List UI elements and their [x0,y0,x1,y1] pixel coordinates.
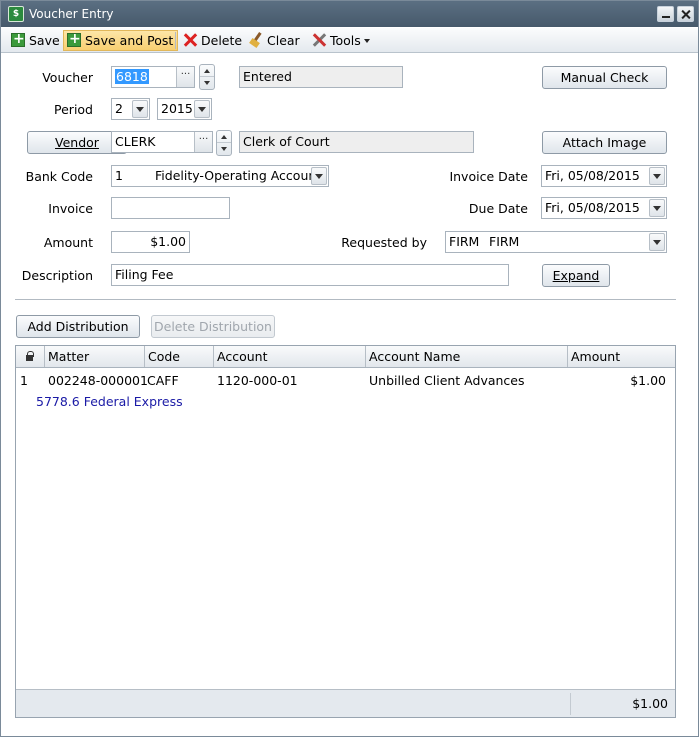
delete-icon [183,33,197,47]
voucher-label: Voucher [42,70,93,85]
invoice-date-value: Fri, 05/08/2015 [545,168,640,183]
row-account: 1120-000-01 [217,373,298,388]
title-bar[interactable]: $ Voucher Entry [1,1,698,27]
vendor-code-field[interactable]: CLERK ··· [111,131,213,153]
column-header-matter[interactable]: Matter [45,346,145,367]
vendor-spinner[interactable] [216,130,232,156]
broom-icon [249,33,263,47]
requested-by-name: FIRM [489,234,520,249]
clear-button[interactable]: Clear [245,30,305,51]
total-amount: $1.00 [570,693,670,715]
tools-menu-button[interactable]: Tools [308,30,375,51]
clear-label: Clear [267,33,300,48]
manual-check-button[interactable]: Manual Check [542,66,667,89]
voucher-entry-window: $ Voucher Entry Save Save and Post Delet… [0,0,699,737]
description-label: Description [21,268,93,283]
requested-by-select[interactable]: FIRM FIRM [445,231,667,253]
spin-up-icon[interactable] [200,65,214,77]
delete-distribution-label: Delete Distribution [154,319,272,334]
delete-button[interactable]: Delete [179,30,247,51]
grid-header: Matter Code Account Account Name Amount [16,346,675,368]
window-title: Voucher Entry [29,7,114,21]
row-amount: $1.00 [630,373,666,388]
spin-down-icon[interactable] [217,143,231,155]
vendor-lookup-button[interactable]: ··· [194,132,212,152]
row-account-name: Unbilled Client Advances [369,373,525,388]
add-distribution-label: Add Distribution [27,319,129,334]
save-label: Save [29,33,60,48]
year-select[interactable]: 2015 [157,98,212,120]
chevron-down-icon[interactable] [649,199,665,217]
chevron-down-icon[interactable] [649,233,665,251]
voucher-value: 6818 [115,69,149,84]
requested-by-label: Requested by [341,235,427,250]
spin-up-icon[interactable] [217,131,231,143]
voucher-spinner[interactable] [199,64,215,90]
amount-label: Amount [43,235,93,250]
invoice-date-label: Invoice Date [449,169,528,184]
attach-image-button[interactable]: Attach Image [542,131,667,154]
section-divider [15,299,676,300]
chevron-down-icon[interactable] [311,167,327,185]
year-value: 2015 [161,101,193,116]
tools-icon [312,33,326,47]
amount-field[interactable]: $1.00 [111,231,190,253]
distribution-grid: Matter Code Account Account Name Amount … [15,345,676,718]
invoice-label: Invoice [48,201,93,216]
expand-button-label: Expand [552,268,600,283]
due-date-value: Fri, 05/08/2015 [545,200,640,215]
chevron-down-icon[interactable] [649,167,665,185]
row-code: CAFF [147,373,179,388]
column-header-code[interactable]: Code [145,346,214,367]
voucher-field[interactable]: 6818 ··· [111,66,195,88]
save-button[interactable]: Save [7,29,65,51]
save-and-post-icon [67,29,81,49]
bank-code-select[interactable]: 1 Fidelity-Operating Account [111,165,329,187]
chevron-down-icon [363,39,370,43]
bank-code-label: Bank Code [25,169,93,184]
grid-footer: $1.00 [16,689,675,717]
spin-down-icon[interactable] [200,77,214,89]
chevron-down-icon[interactable] [194,100,210,118]
row-line-number: 1 [20,373,28,388]
invoice-date-picker[interactable]: Fri, 05/08/2015 [541,165,667,187]
vendor-code-value: CLERK [115,134,156,149]
minimize-button[interactable] [657,6,674,22]
toolbar-separator [175,32,176,49]
save-and-post-button[interactable]: Save and Post [63,29,179,51]
bank-code-value: 1 [115,168,123,183]
vendor-button-label: Vendor [55,135,99,150]
voucher-lookup-button[interactable]: ··· [176,67,194,87]
add-distribution-button[interactable]: Add Distribution [16,315,140,338]
column-header-account[interactable]: Account [214,346,366,367]
bank-name-value: Fidelity-Operating Account [155,168,322,183]
close-button[interactable] [677,6,694,22]
delete-label: Delete [201,33,243,48]
save-and-post-label: Save and Post [85,33,174,48]
lock-icon[interactable] [16,346,45,367]
period-label: Period [54,102,93,117]
save-icon [11,29,25,49]
vendor-name-field: Clerk of Court [239,131,474,153]
delete-distribution-button[interactable]: Delete Distribution [151,315,275,338]
column-header-account-name[interactable]: Account Name [366,346,568,367]
toolbar: Save Save and Post Delete Clear Tools [1,28,698,53]
description-field[interactable]: Filing Fee [111,264,509,286]
app-icon: $ [8,6,24,22]
chevron-down-icon[interactable] [132,100,148,118]
invoice-field[interactable] [111,197,230,219]
period-select[interactable]: 2 [111,98,150,120]
row-matter: 002248-000001 [48,373,148,388]
tools-label: Tools [330,33,361,48]
due-date-label: Due Date [468,201,528,216]
column-header-amount[interactable]: Amount [568,346,675,367]
row-detail: 5778.6 Federal Express [36,394,183,409]
status-field: Entered [239,66,403,88]
period-value: 2 [115,101,123,116]
expand-button[interactable]: Expand [542,264,610,287]
requested-by-code: FIRM [449,234,480,249]
due-date-picker[interactable]: Fri, 05/08/2015 [541,197,667,219]
